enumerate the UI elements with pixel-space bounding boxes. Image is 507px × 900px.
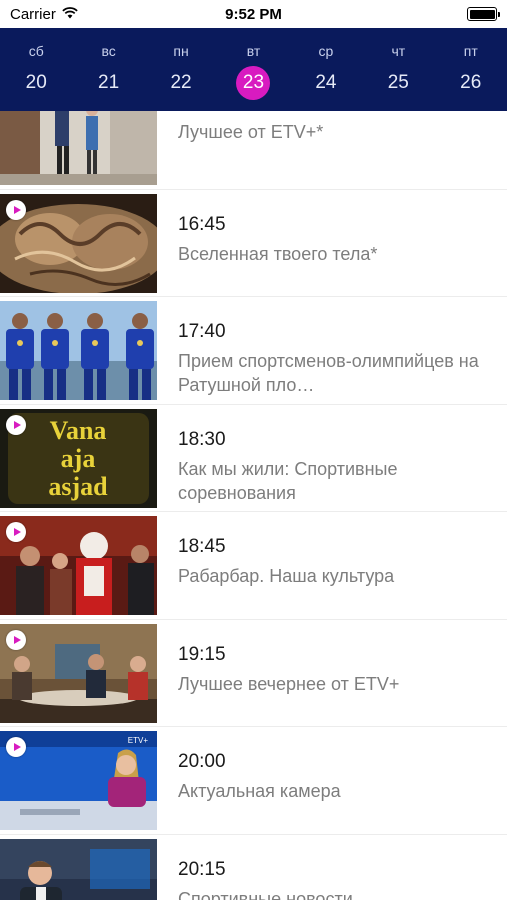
program-text: 18:45 Рабарбар. Наша культура (178, 536, 487, 588)
program-row[interactable]: ETV+ 20:00 Актуальная камера (0, 726, 507, 834)
thumb-text: Vana (50, 416, 107, 445)
play-icon[interactable] (6, 414, 26, 435)
program-time: 18:45 (178, 536, 226, 557)
program-title: Лучшее от ETV+* (178, 122, 324, 142)
day-number: 25 (387, 72, 409, 93)
play-icon[interactable] (6, 522, 26, 542)
day-name: пт (463, 43, 478, 59)
program-text: Лучшее от ETV+* (178, 118, 487, 144)
program-title: Рабарбар. Наша культура (178, 566, 395, 586)
day-tab-21[interactable]: вс 21 (72, 28, 144, 111)
program-row[interactable]: 17:40 Прием спортсменов-олимпийцев на Рат… (0, 296, 507, 404)
day-tab-25[interactable]: чт 25 (362, 28, 434, 111)
program-text: 20:00 Актуальная камера (178, 751, 487, 803)
program-text: 16:45 Вселенная твоего тела* (178, 214, 487, 266)
day-name: сб (28, 43, 44, 59)
status-left: Carrier (10, 6, 78, 23)
program-thumbnail-vana-aja-asjad: Vana aja asjad (0, 408, 157, 508)
program-title: Вселенная твоего тела* (178, 243, 378, 264)
program-time: 16:45 (178, 213, 226, 235)
program-title: Прием спортсменов-олимпийцев на Ратушной… (178, 351, 479, 395)
carrier-label: Carrier (10, 5, 56, 23)
program-thumbnail-studio-people (0, 111, 157, 185)
day-name: вс (101, 43, 116, 59)
program-time: 20:00 (178, 751, 226, 772)
program-title: Спортивные новости (178, 888, 353, 900)
wifi-icon (62, 6, 78, 23)
day-number: 23 (236, 66, 271, 100)
play-icon[interactable] (6, 199, 26, 220)
day-name: ср (318, 43, 334, 59)
day-name: вт (246, 43, 261, 59)
day-number: 21 (98, 72, 120, 93)
program-row[interactable]: Лучшее от ETV+* (0, 111, 507, 189)
day-tab-26[interactable]: пт 26 (435, 28, 507, 111)
program-thumbnail-studio-talk (0, 623, 157, 723)
day-selector: сб 20 вс 21 пн 22 вт 23 ср 24 чт 25 пт 26 (0, 28, 507, 111)
program-title: Лучшее вечернее от ETV+ (178, 673, 400, 694)
etv-logo-text: ETV+ (128, 736, 149, 745)
program-time: 19:15 (178, 643, 226, 665)
day-tab-20[interactable]: сб 20 (0, 28, 72, 111)
thumb-text: aja (61, 444, 96, 473)
program-row[interactable]: 19:15 Лучшее вечернее от ETV+ (0, 618, 507, 726)
program-thumbnail-news-anchor: ETV+ (0, 731, 157, 830)
program-row[interactable]: 20:15 Спортивные новости (0, 833, 507, 900)
program-list-content: Лучшее от ETV+* 16:45 Вселенная твоего тел… (0, 111, 507, 900)
program-title: Актуальная камера (178, 781, 341, 801)
battery-fill (469, 9, 495, 19)
battery-icon (467, 7, 500, 21)
day-number: 24 (315, 72, 337, 93)
status-bar: Carrier 9:52 PM (0, 0, 507, 28)
day-tab-23[interactable]: вт 23 (217, 28, 289, 111)
day-number: 20 (25, 72, 47, 93)
program-time: 20:15 (178, 858, 226, 880)
day-number: 26 (460, 72, 482, 93)
program-text: 20:15 Спортивные новости (178, 859, 487, 900)
thumb-text: asjad (48, 472, 108, 501)
day-name: пн (173, 43, 189, 59)
program-text: 19:15 Лучшее вечернее от ETV+ (178, 644, 487, 696)
program-thumbnail-athletes-blue (0, 301, 157, 400)
day-number: 22 (170, 72, 192, 93)
program-row[interactable]: Vana aja asjad 18:30 Как мы жили: Спортивные… (0, 403, 507, 511)
program-text: 18:30 Как мы жили: Спортивные соревновани… (178, 429, 487, 505)
program-title: Как мы жили: Спортивные соревнования (178, 458, 398, 503)
program-thumbnail-sports-presenter (0, 838, 157, 900)
day-name: чт (391, 43, 406, 59)
program-thumbnail-macro-organism (0, 193, 157, 293)
program-list[interactable]: Лучшее от ETV+* 16:45 Вселенная твоего тел… (0, 111, 507, 900)
program-time: 17:40 (178, 321, 226, 342)
day-tab-22[interactable]: пн 22 (145, 28, 217, 111)
program-text: 17:40 Прием спортсменов-олимпийцев на Рат… (178, 321, 487, 397)
program-row[interactable]: 16:45 Вселенная твоего тела* (0, 188, 507, 296)
program-time: 18:30 (178, 428, 226, 450)
program-row[interactable]: 18:45 Рабарбар. Наша культура (0, 511, 507, 619)
play-icon[interactable] (6, 737, 26, 757)
program-thumbnail-santa-party (0, 516, 157, 615)
day-tab-24[interactable]: ср 24 (290, 28, 362, 111)
play-icon[interactable] (6, 629, 26, 650)
